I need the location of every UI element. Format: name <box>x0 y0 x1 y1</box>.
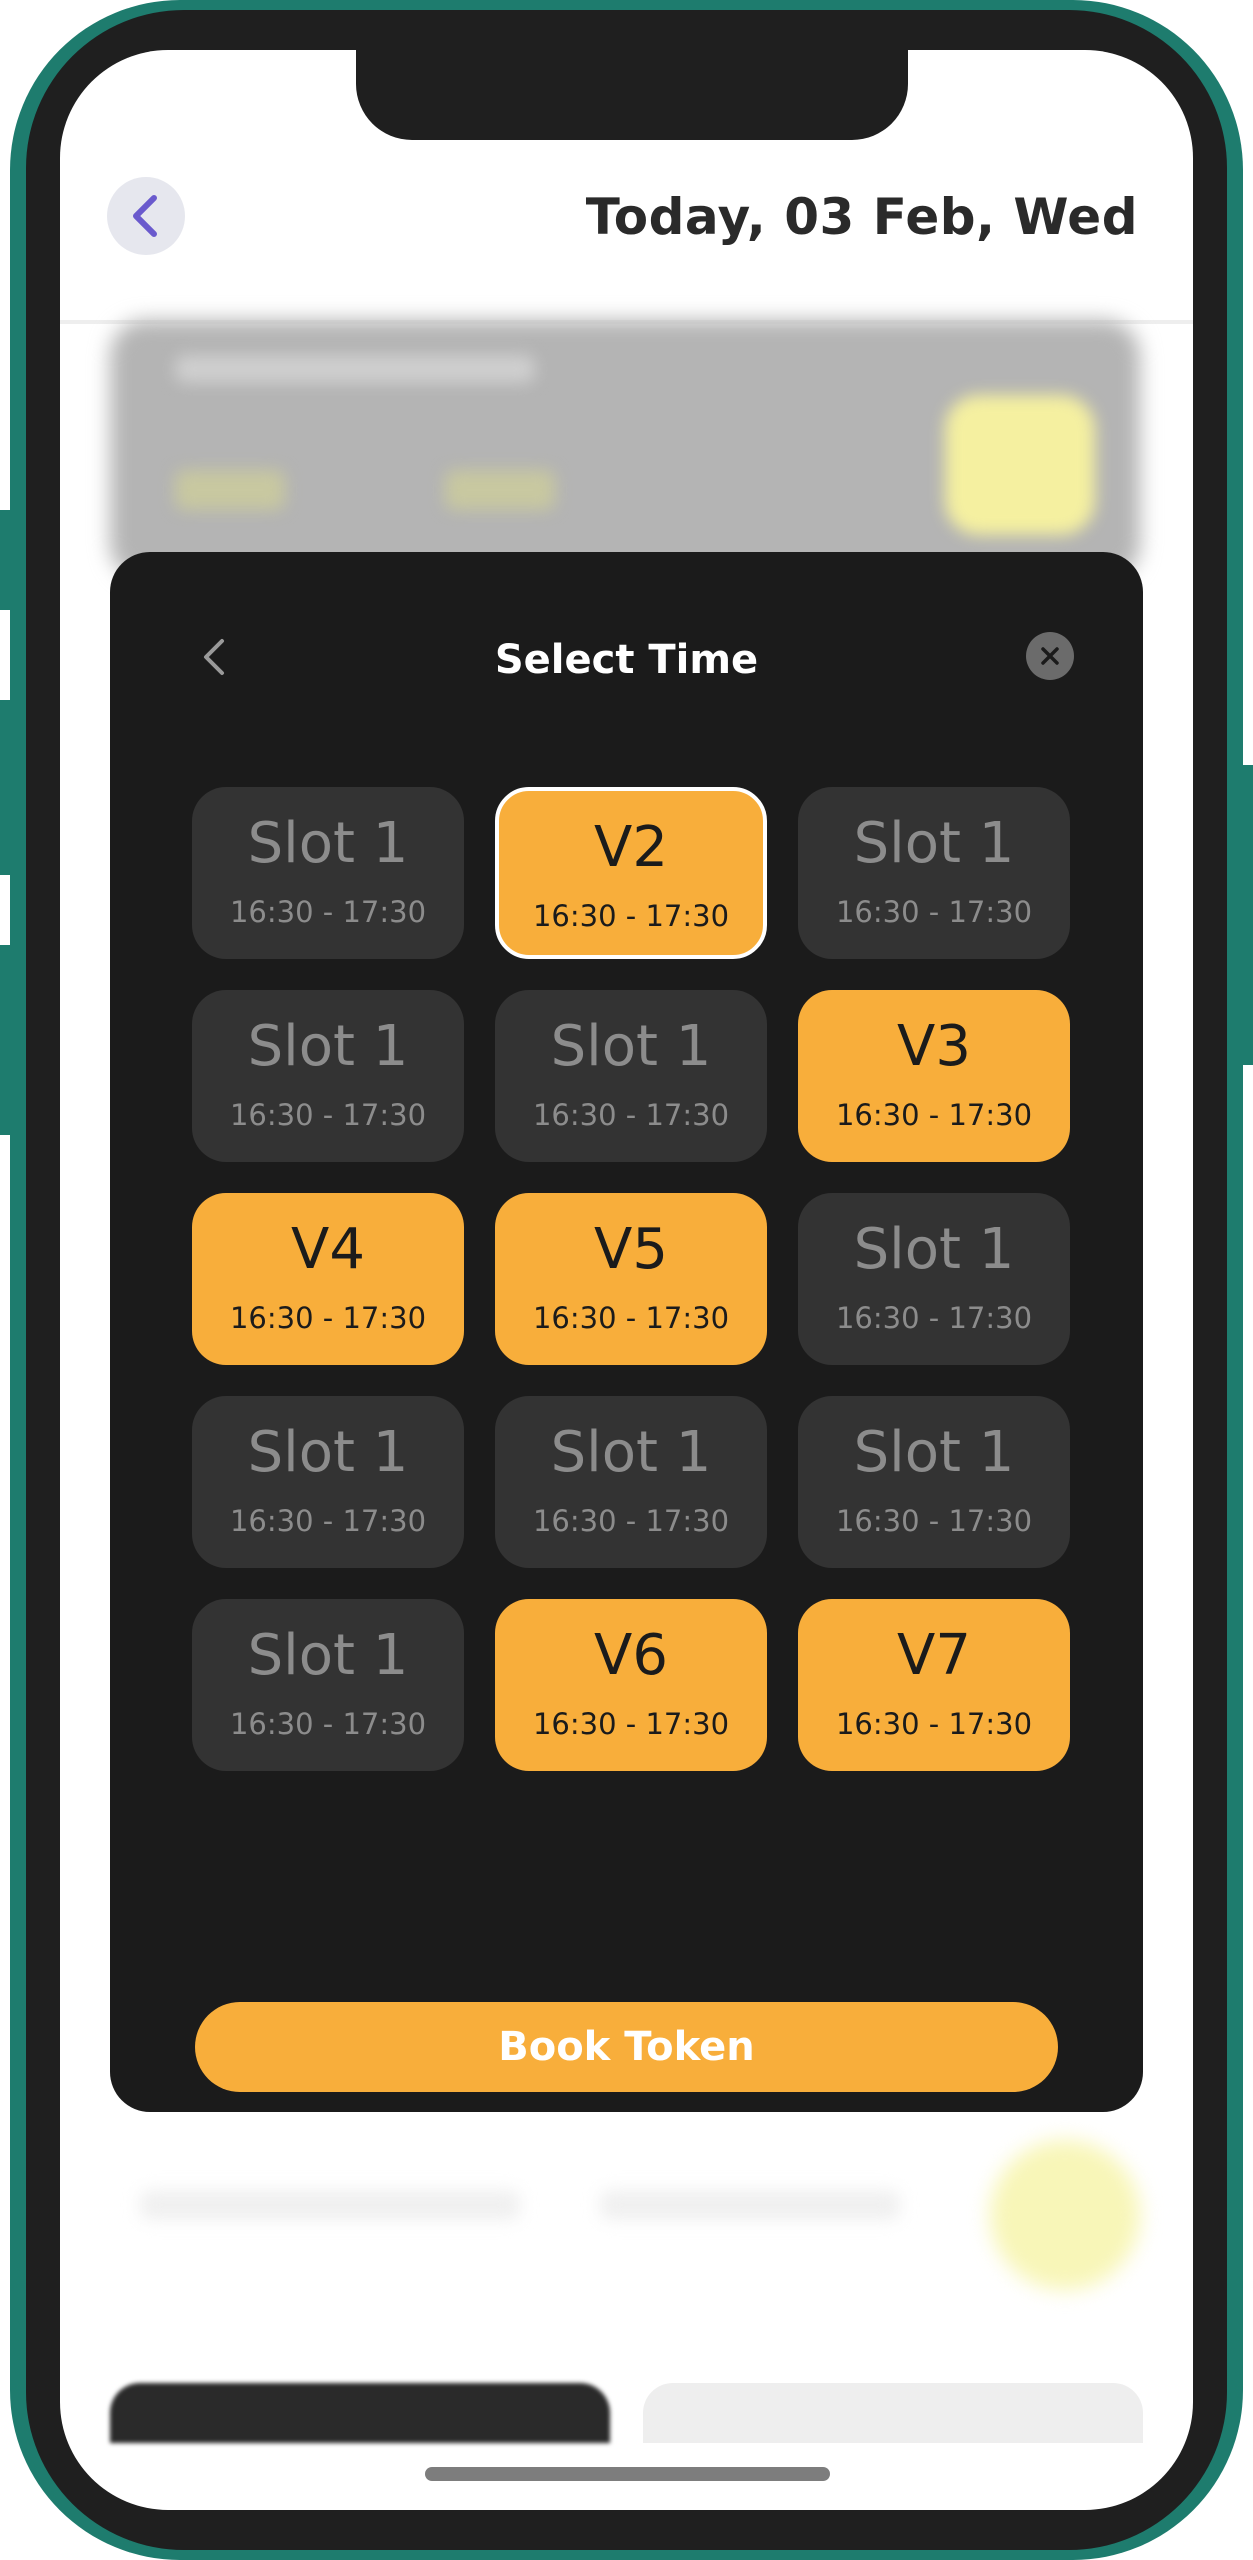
time-slot[interactable]: Slot 1 16:30 - 17:30 <box>798 1193 1070 1365</box>
time-slot[interactable]: Slot 1 16:30 - 17:30 <box>495 1396 767 1568</box>
time-slot[interactable]: V3 16:30 - 17:30 <box>798 990 1070 1162</box>
time-slot[interactable]: V7 16:30 - 17:30 <box>798 1599 1070 1771</box>
time-slot[interactable]: Slot 1 16:30 - 17:30 <box>495 990 767 1162</box>
slot-time: 16:30 - 17:30 <box>532 1098 730 1132</box>
modal-title: Select Time <box>494 637 759 683</box>
time-slot[interactable]: Slot 1 16:30 - 17:30 <box>192 1599 464 1771</box>
slot-name: V5 <box>594 1217 668 1282</box>
time-slot[interactable]: Slot 1 16:30 - 17:30 <box>798 1396 1070 1568</box>
slot-name: V2 <box>594 815 668 880</box>
slot-name: Slot 1 <box>550 1420 712 1485</box>
blurred-text <box>600 2190 900 2220</box>
slot-time: 16:30 - 17:30 <box>229 1301 427 1335</box>
slot-time: 16:30 - 17:30 <box>835 1707 1033 1741</box>
slot-name: V6 <box>594 1623 668 1688</box>
slot-time: 16:30 - 17:30 <box>532 899 730 933</box>
slot-name: Slot 1 <box>853 1217 1015 1282</box>
slot-name: Slot 1 <box>247 1623 409 1688</box>
time-slot[interactable]: V2 16:30 - 17:30 <box>495 787 767 959</box>
page-title: Today, 03 Feb, Wed <box>585 188 1138 246</box>
slot-time: 16:30 - 17:30 <box>532 1707 730 1741</box>
time-slot[interactable]: Slot 1 16:30 - 17:30 <box>192 787 464 959</box>
time-slot[interactable]: V5 16:30 - 17:30 <box>495 1193 767 1365</box>
time-slot[interactable]: Slot 1 16:30 - 17:30 <box>192 1396 464 1568</box>
bottom-tab-right[interactable] <box>643 2383 1143 2443</box>
slot-name: Slot 1 <box>853 1420 1015 1485</box>
slot-time: 16:30 - 17:30 <box>835 1301 1033 1335</box>
slot-name: Slot 1 <box>853 811 1015 876</box>
back-button[interactable] <box>107 177 185 255</box>
time-slot[interactable]: Slot 1 16:30 - 17:30 <box>192 990 464 1162</box>
slot-time: 16:30 - 17:30 <box>229 895 427 929</box>
slot-name: V4 <box>291 1217 365 1282</box>
time-slot[interactable]: V4 16:30 - 17:30 <box>192 1193 464 1365</box>
notch <box>356 50 908 140</box>
slot-time: 16:30 - 17:30 <box>532 1301 730 1335</box>
chevron-left-icon <box>133 195 157 237</box>
slot-name: Slot 1 <box>247 1014 409 1079</box>
slot-time: 16:30 - 17:30 <box>835 1098 1033 1132</box>
home-indicator <box>425 2467 830 2481</box>
blurred-value <box>175 470 285 510</box>
blurred-value <box>445 470 555 510</box>
slot-time: 16:30 - 17:30 <box>229 1707 427 1741</box>
select-time-modal: Select Time Slot 1 16:30 - 17:30 V2 16:30 -… <box>110 552 1143 2112</box>
slot-time: 16:30 - 17:30 <box>229 1098 427 1132</box>
slot-time: 16:30 - 17:30 <box>229 1504 427 1538</box>
blurred-fab <box>990 2140 1140 2290</box>
blurred-text <box>140 2190 520 2220</box>
bottom-tab-left[interactable] <box>110 2383 610 2443</box>
slot-time: 16:30 - 17:30 <box>532 1504 730 1538</box>
slot-name: Slot 1 <box>550 1014 712 1079</box>
slot-time: 16:30 - 17:30 <box>835 1504 1033 1538</box>
slot-name: Slot 1 <box>247 1420 409 1485</box>
close-button[interactable] <box>1026 632 1074 680</box>
screen: Today, 03 Feb, Wed Select Time Slot 1 16:… <box>60 50 1193 2510</box>
time-slot[interactable]: Slot 1 16:30 - 17:30 <box>798 787 1070 959</box>
book-token-button[interactable]: Book Token <box>195 2002 1058 2092</box>
slot-time: 16:30 - 17:30 <box>835 895 1033 929</box>
slot-name: V3 <box>897 1014 971 1079</box>
slot-name: Slot 1 <box>247 811 409 876</box>
time-slot[interactable]: V6 16:30 - 17:30 <box>495 1599 767 1771</box>
close-icon <box>1041 647 1059 665</box>
blurred-badge <box>945 395 1095 535</box>
slot-name: V7 <box>897 1623 971 1688</box>
blurred-text <box>175 355 535 383</box>
